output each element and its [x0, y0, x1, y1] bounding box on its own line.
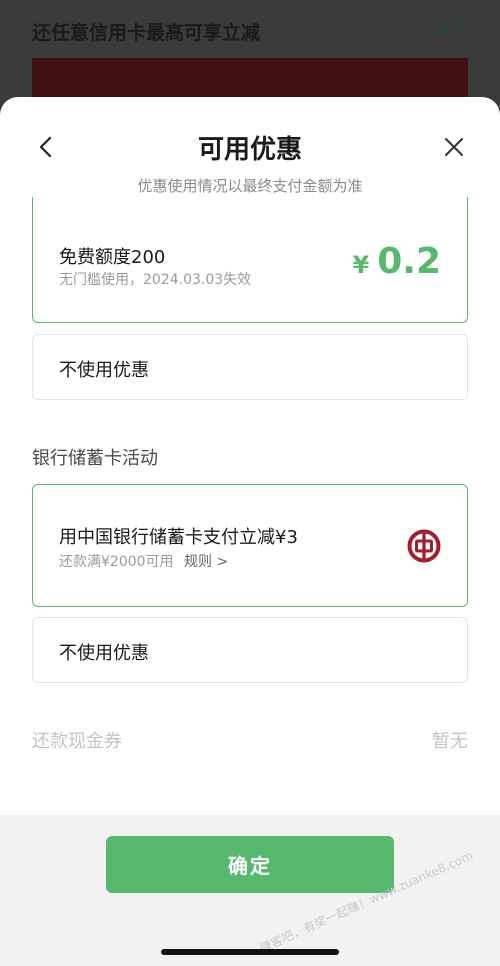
boc-offer-subtitle: 还款满¥2000可用 规则 >	[59, 551, 228, 571]
sheet-header: 可用优惠 优惠使用情况以最终支付金额为准	[0, 97, 500, 213]
background-page: 还任意信用卡最高可享立减 ¥ 3	[0, 0, 500, 110]
no-discount-option-1[interactable]: 不使用优惠	[32, 334, 468, 400]
background-promo-row: 还任意信用卡最高可享立减 ¥ 3	[32, 16, 468, 46]
rules-link[interactable]: 规则 >	[184, 554, 228, 570]
bottom-action-bar: 确定 赚客吧，有奖一起赚！www.zuanke8.com	[0, 815, 500, 966]
debit-section-label: 银行储蓄卡活动	[32, 448, 158, 469]
boc-debit-card[interactable]: 用中国银行储蓄卡支付立减¥3 还款满¥2000可用 规则 >	[32, 484, 468, 607]
no-discount-label: 不使用优惠	[59, 360, 149, 381]
background-promo-amount: ¥ 3	[437, 20, 468, 42]
free-quota-card[interactable]: 免费额度200 无门槛使用，2024.03.03失效 ¥ 0.2	[32, 197, 468, 323]
cash-coupon-row: 还款现金券 暂无	[32, 727, 468, 753]
boc-offer-condition: 还款满¥2000可用	[59, 554, 174, 570]
sheet-title: 可用优惠	[197, 135, 302, 165]
sheet-subtitle: 优惠使用情况以最终支付金额为准	[137, 177, 363, 195]
discount-sheet: 可用优惠 优惠使用情况以最终支付金额为准 免费额度200 无门槛使用，2024.…	[0, 97, 500, 966]
no-discount-option-2[interactable]: 不使用优惠	[32, 617, 468, 683]
close-icon	[445, 138, 463, 156]
currency-symbol: ¥	[352, 251, 370, 279]
bank-of-china-logo-icon	[407, 529, 441, 563]
cash-coupon-label: 还款现金券	[32, 731, 122, 752]
discount-amount: 0.2	[377, 241, 441, 282]
confirm-button[interactable]: 确定	[106, 836, 394, 893]
home-indicator	[161, 949, 339, 955]
free-quota-amount: ¥ 0.2	[353, 241, 441, 282]
boc-offer-title: 用中国银行储蓄卡支付立减¥3	[59, 527, 298, 548]
free-quota-subtitle: 无门槛使用，2024.03.03失效	[59, 272, 252, 288]
cash-coupon-value: 暂无	[432, 731, 468, 752]
no-discount-label: 不使用优惠	[59, 643, 149, 664]
close-button[interactable]	[440, 133, 468, 161]
free-quota-title: 免费额度200	[59, 247, 166, 268]
background-promo-text: 还任意信用卡最高可享立减	[32, 21, 261, 44]
